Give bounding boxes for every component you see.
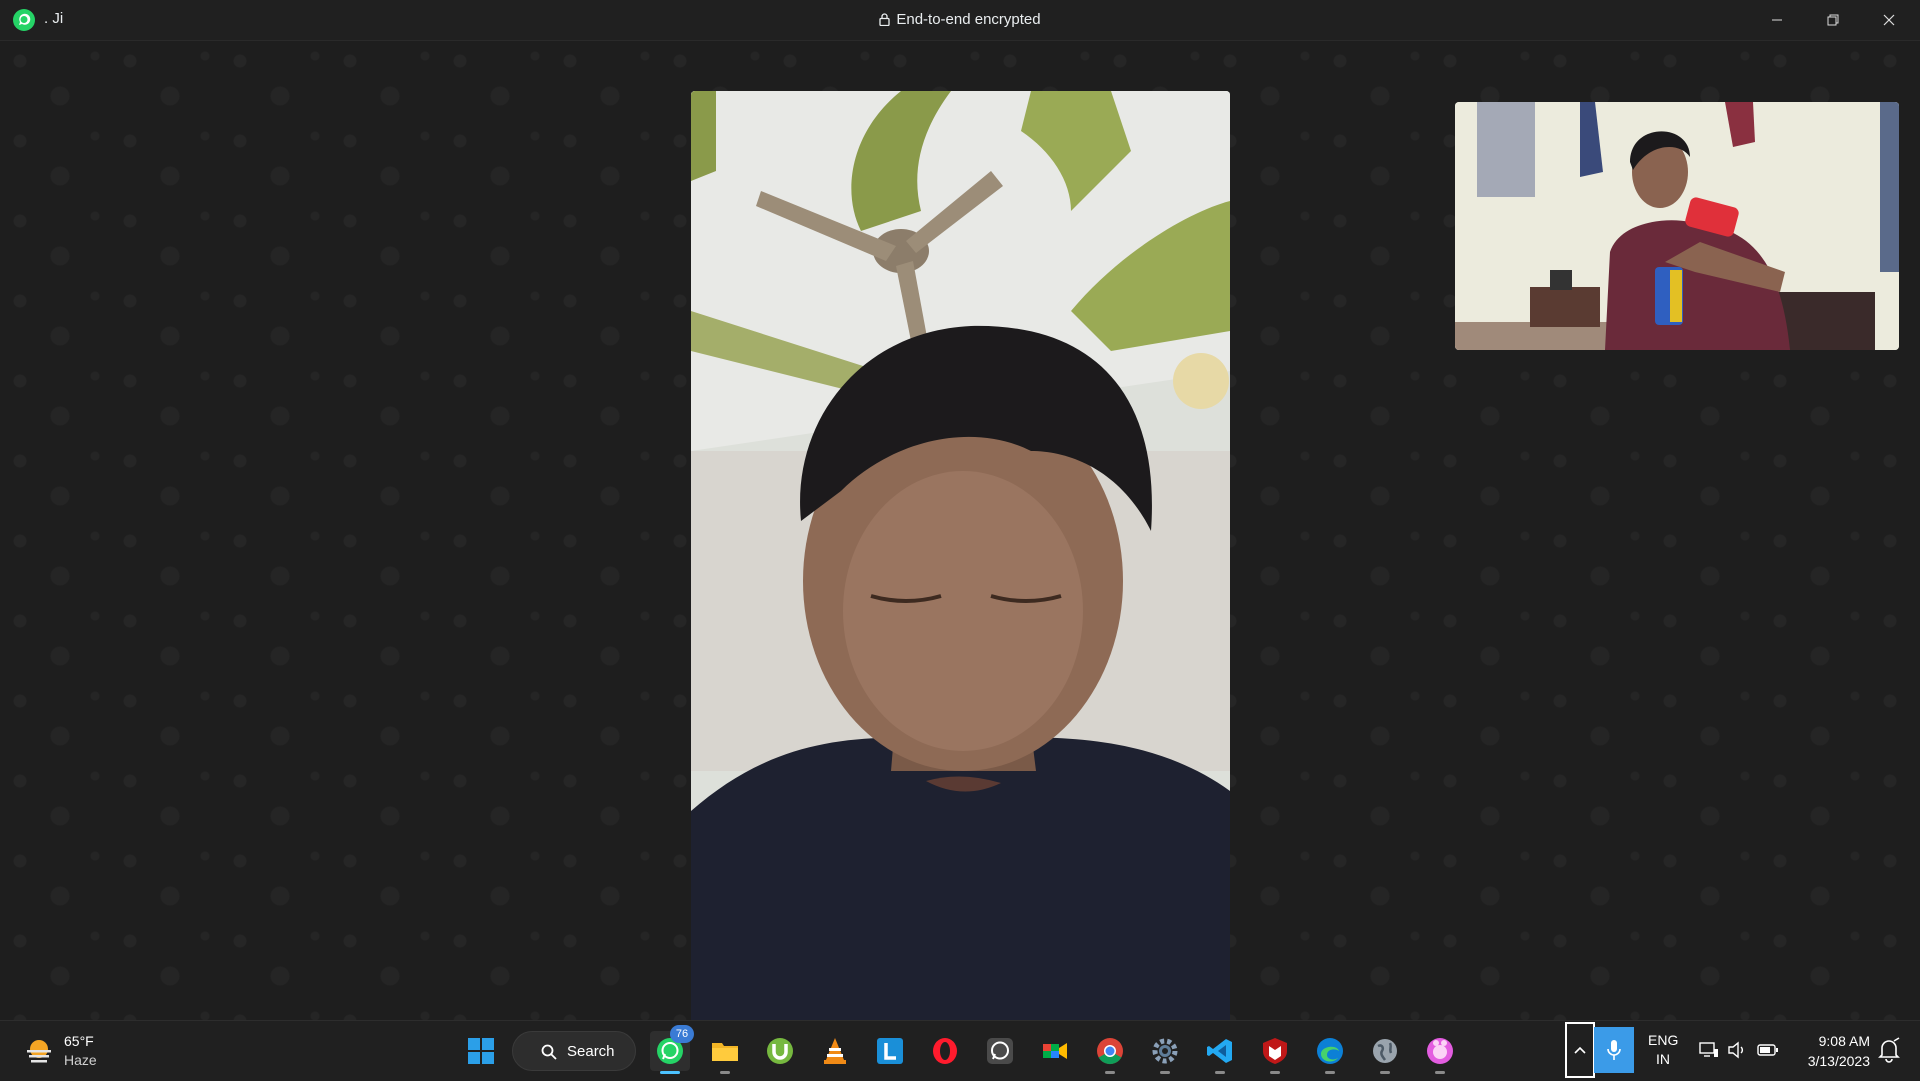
whatsapp-icon xyxy=(987,1038,1013,1064)
running-indicator xyxy=(1435,1071,1445,1074)
restore-icon xyxy=(1827,14,1839,26)
volume-icon-button[interactable] xyxy=(1726,1039,1748,1061)
globe-icon xyxy=(1373,1039,1397,1063)
encryption-label: End-to-end encrypted xyxy=(896,11,1041,28)
network-icon-button[interactable] xyxy=(1698,1039,1720,1061)
taskbar-mcafee[interactable] xyxy=(1255,1031,1295,1074)
chevron-up-icon xyxy=(1574,1046,1586,1054)
running-indicator xyxy=(1160,1071,1170,1074)
chrome-icon xyxy=(1097,1038,1123,1065)
minimize-icon xyxy=(1772,19,1782,21)
notification-bell-icon[interactable] xyxy=(1876,1037,1902,1063)
show-hidden-icons-button[interactable] xyxy=(1565,1022,1595,1078)
self-video-frame xyxy=(1455,102,1899,350)
clock-date: 3/13/2023 xyxy=(1807,1053,1870,1069)
battery-icon xyxy=(1757,1044,1778,1056)
vscode-icon xyxy=(1207,1039,1232,1063)
minimize-button[interactable] xyxy=(1754,0,1800,40)
taskbar-browser[interactable] xyxy=(1365,1031,1405,1074)
search-icon xyxy=(541,1044,557,1060)
mcafee-shield-icon xyxy=(1263,1038,1287,1064)
running-indicator xyxy=(720,1071,730,1074)
taskbar-whatsapp[interactable]: 76 xyxy=(650,1025,694,1074)
battery-icon-button[interactable] xyxy=(1757,1039,1779,1061)
microphone-icon xyxy=(1607,1040,1621,1060)
running-indicator xyxy=(1325,1071,1335,1074)
start-button[interactable] xyxy=(461,1031,501,1071)
taskbar-pink-app[interactable] xyxy=(1420,1031,1460,1074)
speaker-icon xyxy=(1728,1041,1743,1059)
edge-icon xyxy=(1317,1038,1343,1064)
weather-temperature: 65°F xyxy=(64,1033,94,1049)
network-monitor-icon xyxy=(1699,1042,1718,1057)
language-code: ENG xyxy=(1648,1032,1679,1048)
lock-icon xyxy=(879,13,891,26)
system-clock[interactable]: 9:08 AM 3/13/2023 xyxy=(1790,1031,1870,1071)
taskbar-search[interactable]: Search xyxy=(512,1031,636,1071)
close-icon xyxy=(1883,14,1895,26)
encryption-status: End-to-end encrypted xyxy=(0,11,1920,28)
letter-l-icon xyxy=(877,1038,903,1064)
input-language-indicator[interactable]: ENG IN xyxy=(1648,1031,1678,1069)
running-indicator xyxy=(1105,1071,1115,1074)
running-indicator xyxy=(1380,1071,1390,1074)
weather-widget[interactable]: 65°F Haze xyxy=(20,1032,140,1072)
taskbar-file-explorer[interactable] xyxy=(705,1031,745,1074)
taskbar-settings[interactable] xyxy=(1145,1031,1185,1074)
remote-participant-video[interactable] xyxy=(691,91,1230,1050)
microphone-button[interactable] xyxy=(1594,1027,1634,1073)
taskbar-utorrent[interactable] xyxy=(760,1031,800,1071)
running-indicator xyxy=(1270,1071,1280,1074)
opera-icon xyxy=(933,1038,957,1064)
vlc-cone-icon xyxy=(824,1038,846,1064)
weather-condition: Haze xyxy=(64,1052,97,1068)
close-button[interactable] xyxy=(1866,0,1912,40)
clock-time: 9:08 AM xyxy=(1818,1033,1870,1049)
taskbar-google-meet[interactable] xyxy=(1035,1031,1075,1071)
call-area xyxy=(0,41,1920,1050)
utorrent-icon xyxy=(767,1038,793,1064)
remote-video-frame xyxy=(691,91,1230,1050)
gear-icon xyxy=(1152,1038,1178,1064)
restore-button[interactable] xyxy=(1810,0,1856,40)
haze-weather-icon xyxy=(27,1040,51,1063)
taskbar-vscode[interactable] xyxy=(1200,1031,1240,1074)
running-indicator xyxy=(660,1071,680,1074)
pink-app-icon xyxy=(1427,1038,1453,1064)
unread-badge: 76 xyxy=(670,1025,694,1043)
windows-start-icon xyxy=(468,1038,494,1064)
taskbar-whatsapp-2[interactable] xyxy=(980,1031,1020,1071)
running-indicator xyxy=(1215,1071,1225,1074)
taskbar-opera[interactable] xyxy=(925,1031,965,1071)
taskbar: 65°F Haze Search 76 ENG IN 9:08 AM 3/13/… xyxy=(0,1020,1920,1081)
taskbar-chrome[interactable] xyxy=(1090,1031,1130,1074)
region-code: IN xyxy=(1656,1051,1670,1067)
self-preview-video[interactable] xyxy=(1455,102,1899,350)
taskbar-l-app[interactable] xyxy=(870,1031,910,1071)
folder-icon xyxy=(712,1043,738,1061)
title-bar: . Ji End-to-end encrypted xyxy=(0,0,1920,41)
taskbar-edge[interactable] xyxy=(1310,1031,1350,1074)
meet-icon xyxy=(1043,1043,1067,1059)
taskbar-vlc[interactable] xyxy=(815,1031,855,1071)
search-label: Search xyxy=(567,1043,615,1060)
